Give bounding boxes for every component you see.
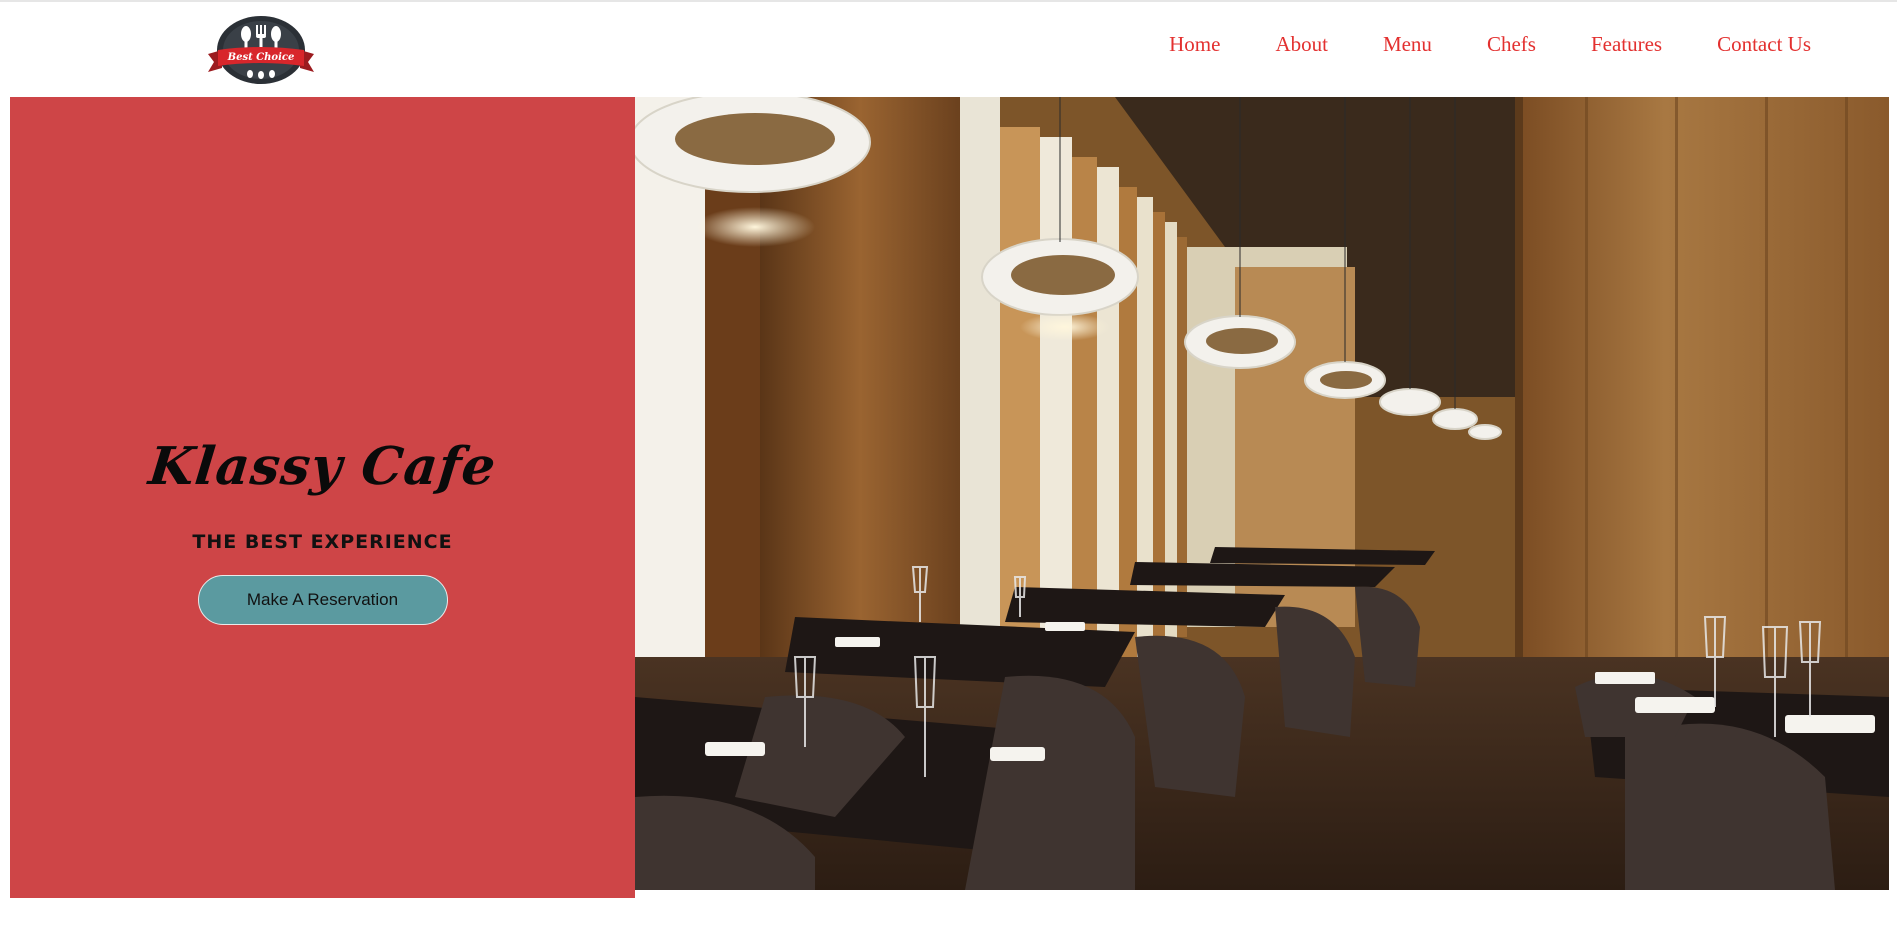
main-nav: Home About Menu Chefs Features Contact U… xyxy=(1169,32,1811,57)
make-reservation-button[interactable]: Make A Reservation xyxy=(197,575,448,625)
nav-about[interactable]: About xyxy=(1275,32,1328,57)
site-header: Best Choice Home About Menu Chefs Featur… xyxy=(0,2,1897,97)
nav-features[interactable]: Features xyxy=(1591,32,1662,57)
logo[interactable]: Best Choice xyxy=(200,14,322,88)
hero-subtitle: THE BEST EXPERIENCE xyxy=(192,531,453,553)
nav-chefs[interactable]: Chefs xyxy=(1487,32,1536,57)
nav-menu[interactable]: Menu xyxy=(1383,32,1432,57)
hero-title: Klassy Cafe xyxy=(145,436,500,497)
hero-content: Klassy Cafe THE BEST EXPERIENCE Make A R… xyxy=(10,436,635,625)
restaurant-photo xyxy=(635,97,1889,890)
nav-home[interactable]: Home xyxy=(1169,32,1220,57)
hero-panel: Klassy Cafe THE BEST EXPERIENCE Make A R… xyxy=(10,97,635,898)
nav-contact-us[interactable]: Contact Us xyxy=(1717,32,1811,57)
logo-text: Best Choice xyxy=(227,52,295,63)
